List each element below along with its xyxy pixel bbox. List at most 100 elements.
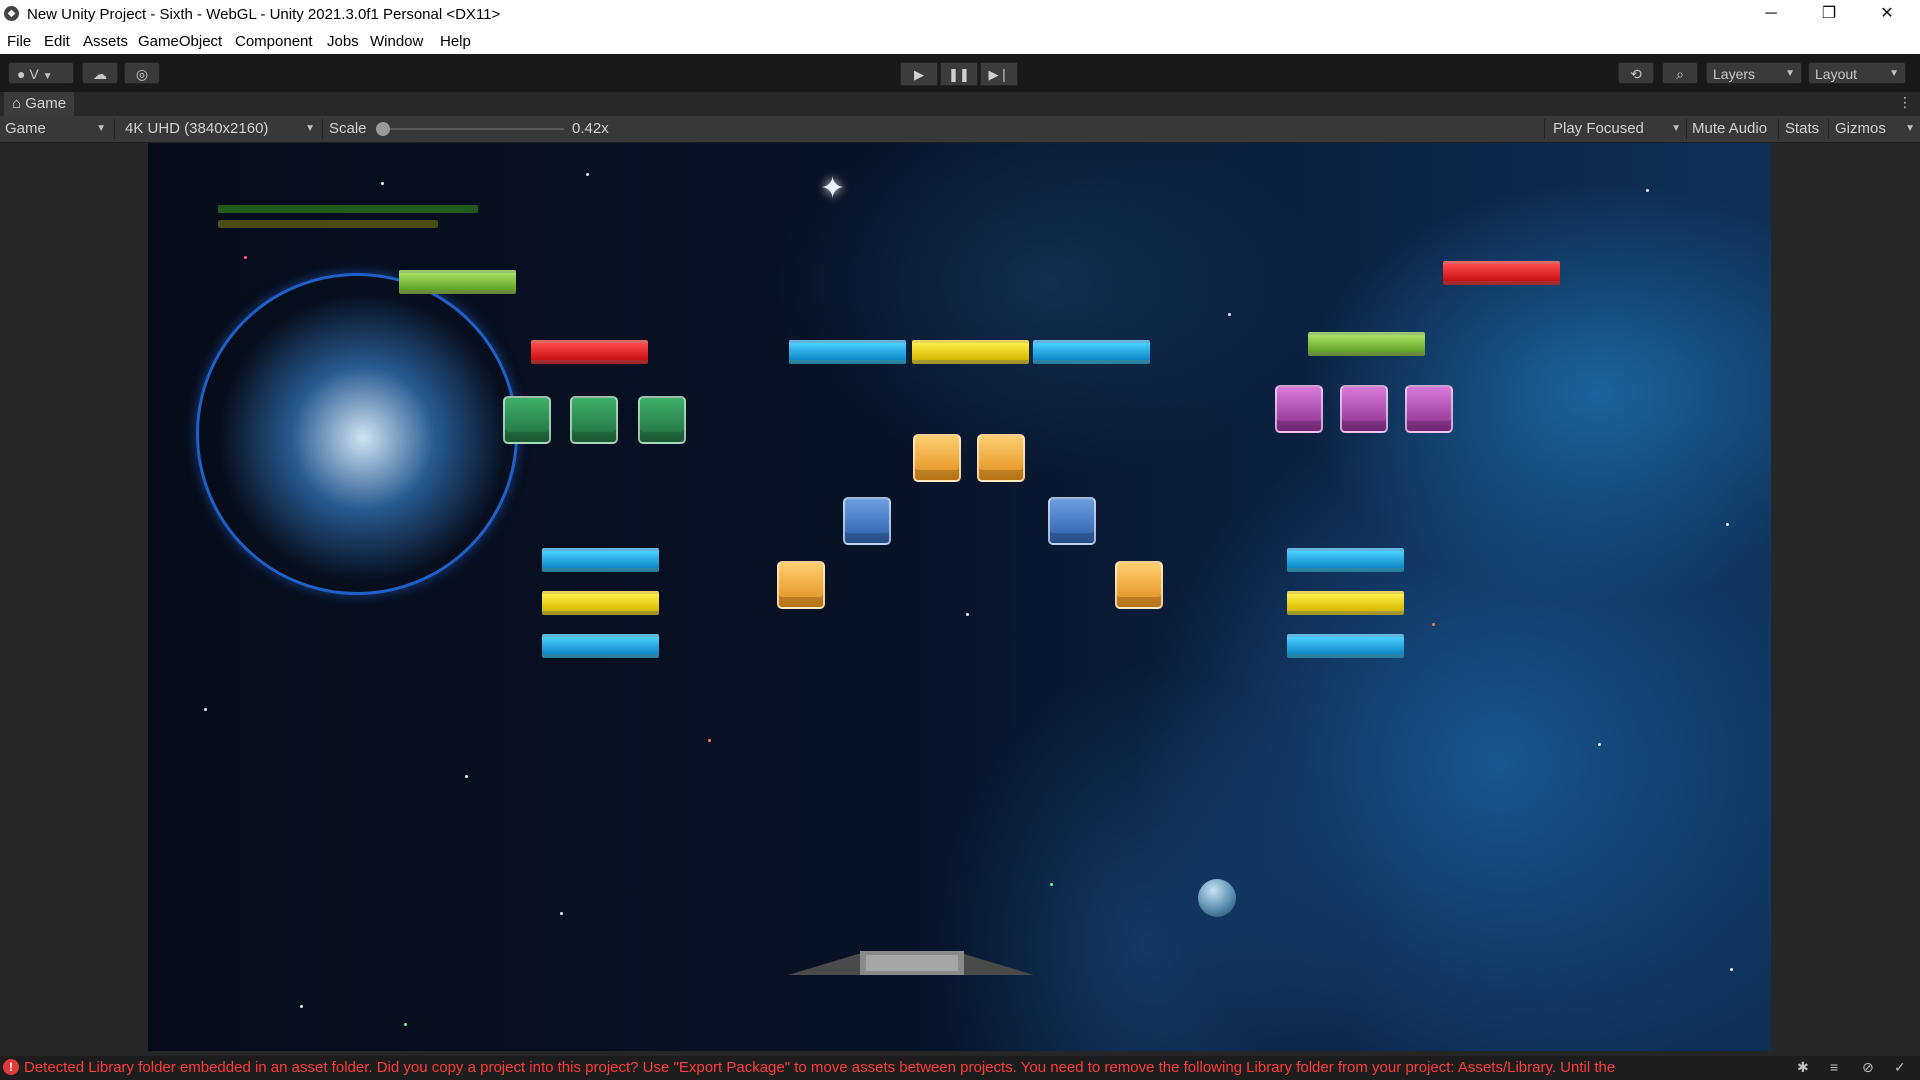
star (1050, 883, 1053, 886)
brick-green-square (570, 396, 618, 444)
history-button[interactable]: ⟲ (1618, 62, 1654, 84)
chevron-down-icon: ▼ (1889, 68, 1899, 79)
menu-bar: File Edit Assets GameObject Component Jo… (0, 28, 1920, 54)
brick-orange-square (777, 561, 825, 609)
gizmos-dropdown[interactable]: Gizmos ▼ (1835, 116, 1915, 142)
menu-file[interactable]: File (7, 33, 31, 50)
game-viewport: ✦ (0, 143, 1920, 1056)
menu-jobs[interactable]: Jobs (327, 33, 359, 50)
divider (1778, 119, 1779, 139)
layers-label: Layers (1713, 66, 1756, 82)
divider (1828, 119, 1829, 139)
star (560, 912, 563, 915)
brick-green (1308, 332, 1425, 356)
play-mode-dropdown[interactable]: Play Focused ▼ (1553, 116, 1683, 142)
brick-yellow (542, 591, 659, 615)
divider (1686, 119, 1687, 139)
star-sparkle-icon: ✦ (820, 172, 846, 205)
status-bar: ! Detected Library folder embedded in an… (0, 1056, 1920, 1080)
brick-blue-square (1048, 497, 1096, 545)
scale-slider-handle[interactable] (376, 122, 390, 136)
window-title: New Unity Project - Sixth - WebGL - Unit… (27, 6, 501, 23)
error-icon: ! (3, 1059, 19, 1075)
cloud-button[interactable]: ☁ (82, 62, 118, 84)
layout-dropdown[interactable]: Layout ▼ (1808, 62, 1906, 84)
account-icon: ● (17, 66, 26, 82)
game-canvas[interactable]: ✦ (148, 143, 1771, 1051)
brick-blue (542, 634, 659, 658)
scale-slider-track[interactable] (382, 128, 564, 130)
star (1730, 968, 1733, 971)
brick-blue-square (843, 497, 891, 545)
divider (1544, 119, 1545, 139)
star (244, 256, 247, 259)
star (1646, 189, 1649, 192)
cloud-icon: ☁ (93, 66, 107, 82)
more-options-icon[interactable]: ⋮ (1898, 94, 1912, 111)
window-titlebar: ◆ New Unity Project - Sixth - WebGL - Un… (0, 0, 1920, 28)
restore-button[interactable]: ❐ (1800, 0, 1858, 28)
scale-value: 0.42x (572, 120, 609, 137)
bug-icon[interactable]: ✱ (1797, 1059, 1809, 1076)
network-icon[interactable]: ⊘ (1862, 1059, 1874, 1076)
star (586, 173, 589, 176)
menu-component[interactable]: Component (235, 33, 313, 50)
collab-button[interactable]: ◎ (124, 62, 160, 84)
stats-toggle[interactable]: Stats (1785, 116, 1819, 142)
layers-dropdown[interactable]: Layers ▼ (1706, 62, 1802, 84)
paddle (788, 951, 1034, 975)
unity-logo-icon: ◆ (4, 6, 19, 21)
tab-game[interactable]: ⌂ Game (4, 92, 75, 116)
console-message[interactable]: Detected Library folder embedded in an a… (24, 1059, 1744, 1076)
game-view-toolbar: Game ▼ 4K UHD (3840x2160) ▼ Scale 0.42x … (0, 116, 1920, 143)
menu-window[interactable]: Window (370, 33, 423, 50)
star (465, 775, 468, 778)
mute-audio-toggle[interactable]: Mute Audio (1692, 116, 1767, 142)
collab-icon: ◎ (135, 66, 149, 82)
step-button[interactable]: ▶❘ (980, 62, 1018, 86)
check-icon[interactable]: ✓ (1894, 1059, 1906, 1076)
search-button[interactable]: ⌕ (1662, 62, 1698, 84)
star (708, 739, 711, 742)
brick-green-square (503, 396, 551, 444)
game-ball (1198, 879, 1236, 917)
menu-edit[interactable]: Edit (44, 33, 70, 50)
display-dropdown[interactable]: Game ▼ (5, 116, 110, 142)
close-button[interactable]: ✕ (1858, 0, 1916, 28)
resolution-dropdown[interactable]: 4K UHD (3840x2160) ▼ (125, 116, 317, 142)
brick-green (399, 270, 516, 294)
resolution-label: 4K UHD (3840x2160) (125, 120, 269, 137)
brick-purple-square (1405, 385, 1453, 433)
brick-blue (542, 548, 659, 572)
chevron-down-icon: ▼ (42, 71, 53, 82)
display-label: Game (5, 120, 46, 137)
gamepad-icon: ⌂ (12, 95, 22, 112)
brick-green-square (638, 396, 686, 444)
menu-gameobject[interactable]: GameObject (138, 33, 222, 50)
main-toolbar: ● V ▼ ☁ ◎ ▶ ❚❚ ▶❘ ⟲ ⌕ Layers ▼ Layout ▼ (0, 54, 1920, 93)
brick-blue (789, 340, 906, 364)
panel-tab-bar: ⌂ Game ⋮ (0, 92, 1920, 116)
health-bar (218, 205, 478, 213)
menu-assets[interactable]: Assets (83, 33, 128, 50)
history-icon: ⟲ (1630, 66, 1642, 82)
account-dropdown[interactable]: ● V ▼ (8, 62, 74, 84)
brick-orange-square (913, 434, 961, 482)
divider (114, 119, 115, 139)
cache-icon[interactable]: ≡ (1830, 1059, 1838, 1075)
scale-label: Scale (329, 120, 367, 137)
portal-ring (196, 273, 518, 595)
brick-purple-square (1340, 385, 1388, 433)
star (1432, 623, 1435, 626)
brick-orange-square (1115, 561, 1163, 609)
energy-bar (218, 220, 438, 228)
brick-yellow (912, 340, 1029, 364)
pause-button[interactable]: ❚❚ (940, 62, 978, 86)
menu-help[interactable]: Help (440, 33, 471, 50)
search-icon: ⌕ (1676, 66, 1684, 82)
minimize-button[interactable]: ─ (1742, 0, 1800, 28)
chevron-down-icon: ▼ (1785, 68, 1795, 79)
play-button[interactable]: ▶ (900, 62, 938, 86)
tab-game-label: Game (25, 95, 67, 112)
chevron-down-icon: ▼ (305, 123, 315, 134)
